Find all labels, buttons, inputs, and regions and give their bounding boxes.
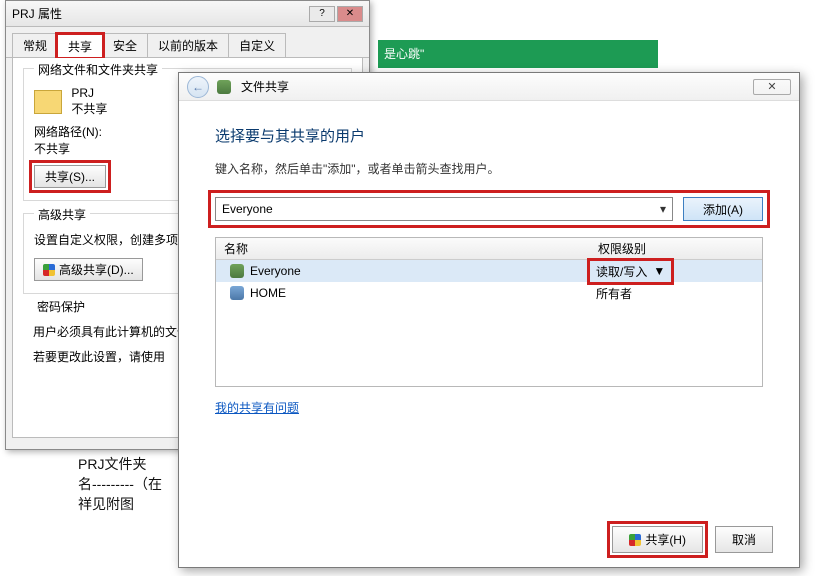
add-button[interactable]: 添加(A): [683, 197, 763, 221]
wizard-close-button[interactable]: ✕: [753, 79, 791, 95]
row-name: HOME: [250, 286, 286, 300]
help-button[interactable]: ?: [309, 6, 335, 22]
wizard-cancel-button[interactable]: 取消: [715, 526, 773, 553]
folder-name: PRJ: [71, 86, 107, 100]
group-icon: [230, 264, 244, 278]
shield-icon: [43, 264, 55, 276]
col-perm-header[interactable]: 权限级别: [592, 240, 762, 257]
background-text: PRJ文件夹 名---------（在 祥见附图: [78, 454, 162, 514]
advanced-sharing-button-label: 高级共享(D)...: [59, 261, 134, 278]
folder-icon: [34, 90, 62, 114]
list-row[interactable]: Everyone 读取/写入 ▼: [216, 260, 762, 282]
wizard-title-text: 文件共享: [241, 78, 289, 95]
wizard-subtext: 键入名称，然后单击"添加"，或者单击箭头查找用户。: [215, 160, 763, 177]
tab-sharing[interactable]: 共享: [57, 34, 103, 58]
wizard-share-button-label: 共享(H): [645, 531, 686, 548]
wizard-heading: 选择要与其共享的用户: [215, 125, 763, 146]
share-icon: [217, 80, 231, 94]
share-list: 名称 权限级别 Everyone 读取/写入 ▼ HOME 所有者: [215, 237, 763, 387]
wizard-share-button[interactable]: 共享(H): [612, 526, 703, 553]
chevron-down-icon: ▾: [660, 202, 666, 216]
file-sharing-wizard: ← 文件共享 ✕ 选择要与其共享的用户 键入名称，然后单击"添加"，或者单击箭头…: [178, 72, 800, 568]
permission-value: 读取/写入: [596, 263, 647, 280]
list-row[interactable]: HOME 所有者: [216, 282, 762, 304]
row-name: Everyone: [250, 264, 301, 278]
user-combobox[interactable]: Everyone ▾: [215, 197, 673, 221]
permission-value: 所有者: [596, 285, 632, 302]
list-header: 名称 权限级别: [216, 238, 762, 260]
tab-customize[interactable]: 自定义: [228, 33, 286, 57]
permission-selector: 所有者: [592, 285, 636, 302]
share-button[interactable]: 共享(S)...: [34, 165, 106, 188]
tab-security[interactable]: 安全: [102, 33, 148, 57]
properties-titlebar: PRJ 属性 ? ✕: [6, 1, 369, 27]
back-button[interactable]: ←: [187, 76, 209, 98]
shield-icon: [629, 534, 641, 546]
password-protect-title: 密码保护: [33, 298, 89, 315]
wizard-footer: 共享(H) 取消: [612, 526, 773, 553]
user-combobox-value: Everyone: [222, 202, 273, 216]
col-name-header[interactable]: 名称: [216, 240, 592, 257]
user-icon: [230, 286, 244, 300]
properties-tabs: 常规 共享 安全 以前的版本 自定义: [6, 27, 369, 58]
wizard-body: 选择要与其共享的用户 键入名称，然后单击"添加"，或者单击箭头查找用户。 Eve…: [179, 101, 799, 426]
permission-selector[interactable]: 读取/写入 ▼: [592, 263, 669, 280]
advanced-sharing-title: 高级共享: [34, 206, 90, 223]
tab-previous-versions[interactable]: 以前的版本: [147, 33, 229, 57]
folder-share-status: 不共享: [71, 100, 107, 117]
chevron-down-icon: ▼: [653, 264, 665, 278]
user-select-row: Everyone ▾ 添加(A): [215, 197, 763, 221]
properties-title-text: PRJ 属性: [12, 5, 62, 22]
tab-general[interactable]: 常规: [12, 33, 58, 57]
background-banner: 是心跳": [378, 40, 658, 68]
close-window-button[interactable]: ✕: [337, 6, 363, 22]
wizard-titlebar: ← 文件共享 ✕: [179, 73, 799, 101]
advanced-sharing-button[interactable]: 高级共享(D)...: [34, 258, 143, 281]
network-sharing-title: 网络文件和文件夹共享: [34, 61, 162, 78]
help-link[interactable]: 我的共享有问题: [215, 399, 299, 416]
